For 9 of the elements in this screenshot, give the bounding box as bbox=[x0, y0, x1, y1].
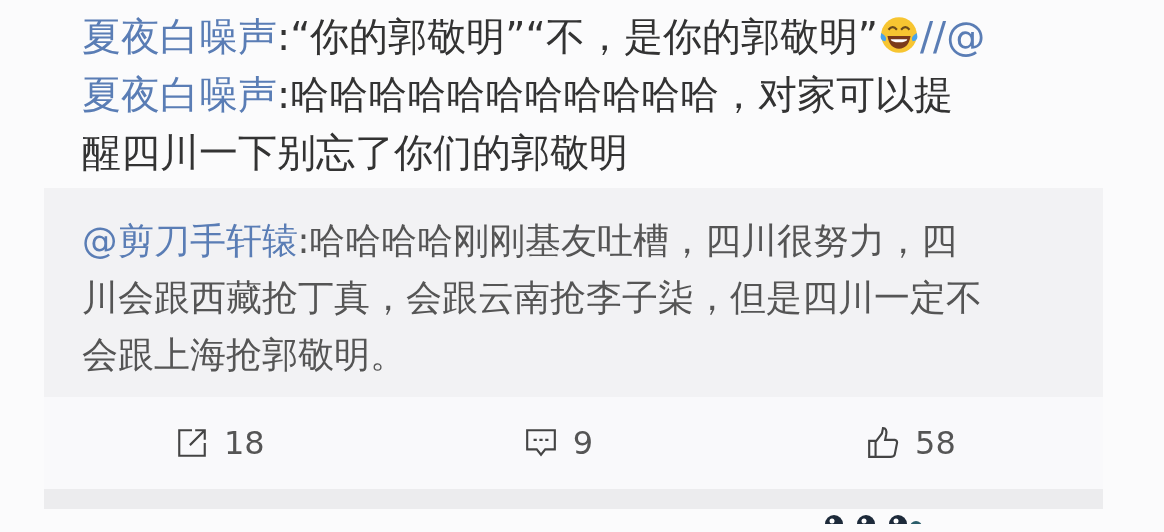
username-link[interactable]: 夏夜白噪声 bbox=[82, 14, 277, 59]
count-text: 9 bbox=[572, 423, 594, 464]
count-text: 18 bbox=[224, 423, 265, 464]
username-link[interactable]: //@ bbox=[919, 14, 986, 59]
post-text: 夏夜白噪声:“你的郭敬明”“不，是你的郭敬明” //@ 夏夜白噪声:哈哈哈哈哈哈哈哈哈哈哈，对家可以提 醒四川一下别忘了你们的郭敬明 bbox=[81, 13, 987, 177]
username-link[interactable]: @剪刀手轩辕 bbox=[82, 220, 298, 261]
count-text: 58 bbox=[915, 423, 956, 464]
username-link[interactable]: 夏夜白噪声 bbox=[82, 72, 277, 117]
quoted-post-text: @剪刀手轩辕:哈哈哈哈刚刚基友吐槽，四川很努力，四 川会跟西藏抢丁真，会跟云南抢李子柒，但是四川一定不 会跟上海抢郭敬明。 bbox=[82, 219, 983, 377]
